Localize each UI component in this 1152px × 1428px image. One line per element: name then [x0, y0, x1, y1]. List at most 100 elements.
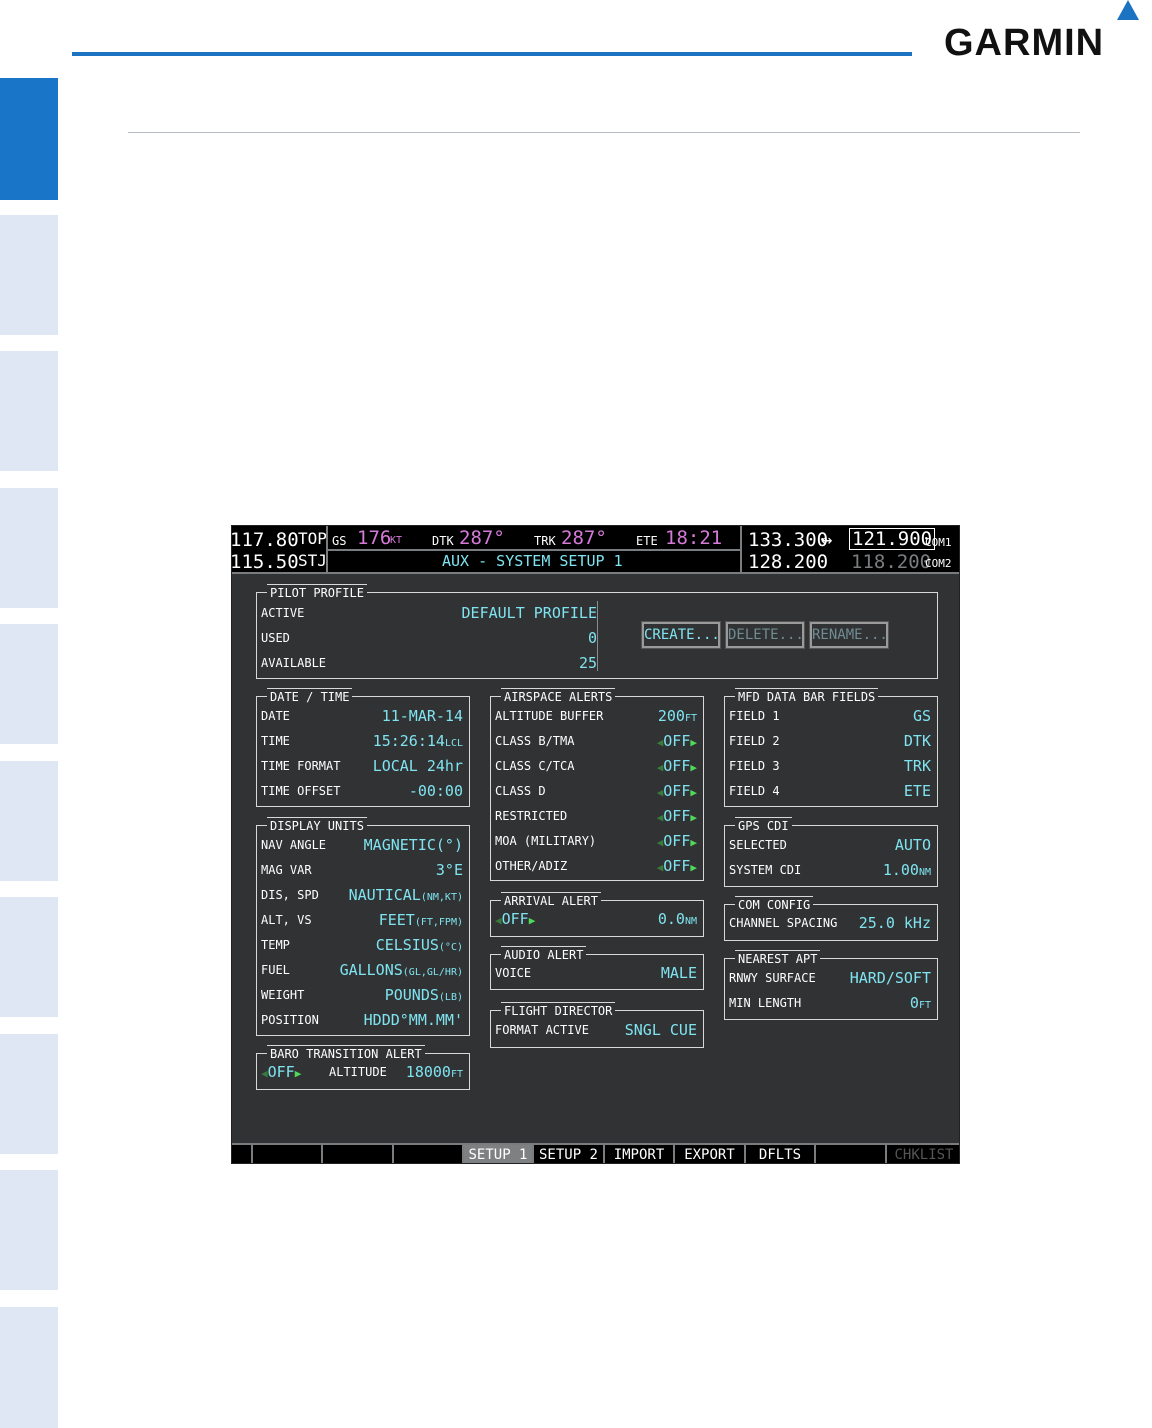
section-tab[interactable] [0, 897, 58, 1017]
class-d-toggle[interactable]: ◀OFF▶ [657, 780, 697, 804]
min-length-row[interactable]: MIN LENGTH 0FT [729, 992, 931, 1014]
com1-standby-freq[interactable]: 133.300 [748, 529, 828, 551]
section-tab[interactable] [0, 1307, 58, 1428]
runway-surface-value[interactable]: HARD/SOFT [850, 967, 931, 989]
alt-vs-row[interactable]: ALT, VS FEET(FT,FPM) [261, 909, 463, 931]
profile-active-value[interactable]: DEFAULT PROFILE [462, 602, 597, 624]
field-4-value[interactable]: ETE [904, 780, 931, 802]
baro-alert-toggle[interactable]: ◀OFF▶ [261, 1061, 301, 1085]
section-tab[interactable] [0, 1034, 58, 1154]
softkey-setup-2[interactable]: SETUP 2 [534, 1145, 605, 1163]
time-row[interactable]: TIME 15:26:14LCL [261, 730, 463, 752]
other-adiz-toggle[interactable]: ◀OFF▶ [657, 855, 697, 879]
position-label: POSITION [261, 1013, 319, 1027]
airspace-alert-row[interactable]: OTHER/ADIZ ◀OFF▶ [495, 855, 697, 877]
runway-surface-row[interactable]: RNWY SURFACE HARD/SOFT [729, 967, 931, 989]
nav-angle-value[interactable]: MAGNETIC(°) [364, 834, 463, 856]
class-b-toggle[interactable]: ◀OFF▶ [657, 730, 697, 754]
profile-active-row[interactable]: ACTIVE DEFAULT PROFILE [261, 602, 597, 624]
softkey-10[interactable] [816, 1145, 887, 1163]
delete-profile-button[interactable]: DELETE... [725, 621, 805, 649]
fuel-row[interactable]: FUEL GALLONS(GL,GL/HR) [261, 959, 463, 981]
position-row[interactable]: POSITION HDDD°MM.MM' [261, 1009, 463, 1031]
format-active-value[interactable]: SNGL CUE [625, 1019, 697, 1041]
section-tab[interactable] [0, 1170, 58, 1290]
time-format-row[interactable]: TIME FORMAT LOCAL 24hr [261, 755, 463, 777]
airspace-alert-row[interactable]: CLASS C/TCA ◀OFF▶ [495, 755, 697, 777]
channel-spacing-row[interactable]: CHANNEL SPACING 25.0 kHz [729, 912, 931, 934]
softkey-1[interactable] [232, 1145, 253, 1163]
softkey-4[interactable] [394, 1145, 464, 1163]
rename-profile-button[interactable]: RENAME... [809, 621, 889, 649]
cdi-selected-value[interactable]: AUTO [895, 834, 931, 856]
temp-row[interactable]: TEMP CELSIUS(°C) [261, 934, 463, 956]
field-1-value[interactable]: GS [913, 705, 931, 727]
airspace-alert-row[interactable]: CLASS D ◀OFF▶ [495, 780, 697, 802]
create-profile-button[interactable]: CREATE... [641, 621, 721, 649]
softkey-dflts[interactable]: DFLTS [746, 1145, 816, 1163]
softkey-setup-1[interactable]: SETUP 1 [464, 1145, 534, 1163]
softkey-3[interactable] [323, 1145, 394, 1163]
com1-active-freq[interactable]: 121.900 [849, 528, 936, 550]
date-row[interactable]: DATE 11-MAR-14 [261, 705, 463, 727]
min-length-value[interactable]: 0FT [910, 992, 931, 1017]
airspace-alert-row[interactable]: CLASS B/TMA ◀OFF▶ [495, 730, 697, 752]
com-swap-icon[interactable]: ↔ [821, 529, 832, 551]
date-value[interactable]: 11-MAR-14 [382, 705, 463, 727]
altitude-buffer-value[interactable]: 200FT [658, 705, 697, 730]
arrival-alert-toggle[interactable]: ◀OFF▶ [495, 908, 535, 932]
field-row[interactable]: FIELD 3 TRK [729, 755, 931, 777]
field-row[interactable]: FIELD 2 DTK [729, 730, 931, 752]
top-data-bar: 117.80 TOP 115.50 STJ GS 176 KT DTK 287°… [232, 526, 959, 574]
class-c-toggle[interactable]: ◀OFF▶ [657, 755, 697, 779]
softkey-2[interactable] [253, 1145, 323, 1163]
nav2-standby-freq[interactable]: 115.50 [232, 551, 299, 573]
softkey-export[interactable]: EXPORT [675, 1145, 746, 1163]
date-label: DATE [261, 709, 290, 723]
airspace-alert-row[interactable]: MOA (MILITARY) ◀OFF▶ [495, 830, 697, 852]
format-active-row[interactable]: FORMAT ACTIVE SNGL CUE [495, 1019, 697, 1041]
dis-spd-row[interactable]: DIS, SPD NAUTICAL(NM,KT) [261, 884, 463, 906]
field-2-value[interactable]: DTK [904, 730, 931, 752]
mag-var-row: MAG VAR 3°E [261, 859, 463, 881]
nav1-active-freq[interactable]: 117.80 [232, 529, 299, 551]
field-3-value[interactable]: TRK [904, 755, 931, 777]
time-value[interactable]: 15:26:14LCL [373, 730, 463, 755]
channel-spacing-value[interactable]: 25.0 kHz [859, 912, 931, 934]
nav-angle-row[interactable]: NAV ANGLE MAGNETIC(°) [261, 834, 463, 856]
section-tab-active[interactable] [0, 78, 58, 200]
section-tab[interactable] [0, 351, 58, 471]
field-row[interactable]: FIELD 4 ETE [729, 780, 931, 802]
weight-row[interactable]: WEIGHT POUNDS(LB) [261, 984, 463, 1006]
com2-active-freq[interactable]: 118.200 [851, 551, 931, 573]
softkey-chklist[interactable]: CHKLIST [887, 1145, 959, 1163]
restricted-toggle[interactable]: ◀OFF▶ [657, 805, 697, 829]
section-tab[interactable] [0, 215, 58, 335]
voice-row[interactable]: VOICE MALE [495, 962, 697, 984]
fuel-value[interactable]: GALLONS(GL,GL/HR) [340, 959, 463, 984]
softkey-import[interactable]: IMPORT [605, 1145, 675, 1163]
section-tab[interactable] [0, 761, 58, 881]
baro-alert-row[interactable]: ◀OFF▶ ALTITUDE 18000FT [261, 1061, 463, 1083]
moa-toggle[interactable]: ◀OFF▶ [657, 830, 697, 854]
airspace-alert-row[interactable]: RESTRICTED ◀OFF▶ [495, 805, 697, 827]
position-value[interactable]: HDDD°MM.MM' [364, 1009, 463, 1031]
com2-standby-freq[interactable]: 128.200 [748, 551, 828, 573]
voice-value[interactable]: MALE [661, 962, 697, 984]
arrival-distance-value[interactable]: 0.0NM [658, 908, 697, 933]
temp-value[interactable]: CELSIUS(°C) [376, 934, 463, 959]
arrival-alert-row[interactable]: ◀OFF▶ 0.0NM [495, 908, 697, 930]
time-offset-row[interactable]: TIME OFFSET -00:00 [261, 780, 463, 802]
altitude-buffer-row[interactable]: ALTITUDE BUFFER 200FT [495, 705, 697, 727]
channel-spacing-label: CHANNEL SPACING [729, 916, 838, 930]
section-tab[interactable] [0, 624, 58, 744]
dis-spd-value[interactable]: NAUTICAL(NM,KT) [349, 884, 463, 909]
time-format-value[interactable]: LOCAL 24hr [373, 755, 463, 777]
baro-altitude-value[interactable]: 18000FT [406, 1061, 463, 1086]
field-row[interactable]: FIELD 1 GS [729, 705, 931, 727]
time-offset-value[interactable]: -00:00 [409, 780, 463, 802]
cdi-selected-row[interactable]: SELECTED AUTO [729, 834, 931, 856]
section-tab[interactable] [0, 488, 58, 608]
weight-value[interactable]: POUNDS(LB) [385, 984, 463, 1009]
alt-vs-value[interactable]: FEET(FT,FPM) [379, 909, 463, 934]
